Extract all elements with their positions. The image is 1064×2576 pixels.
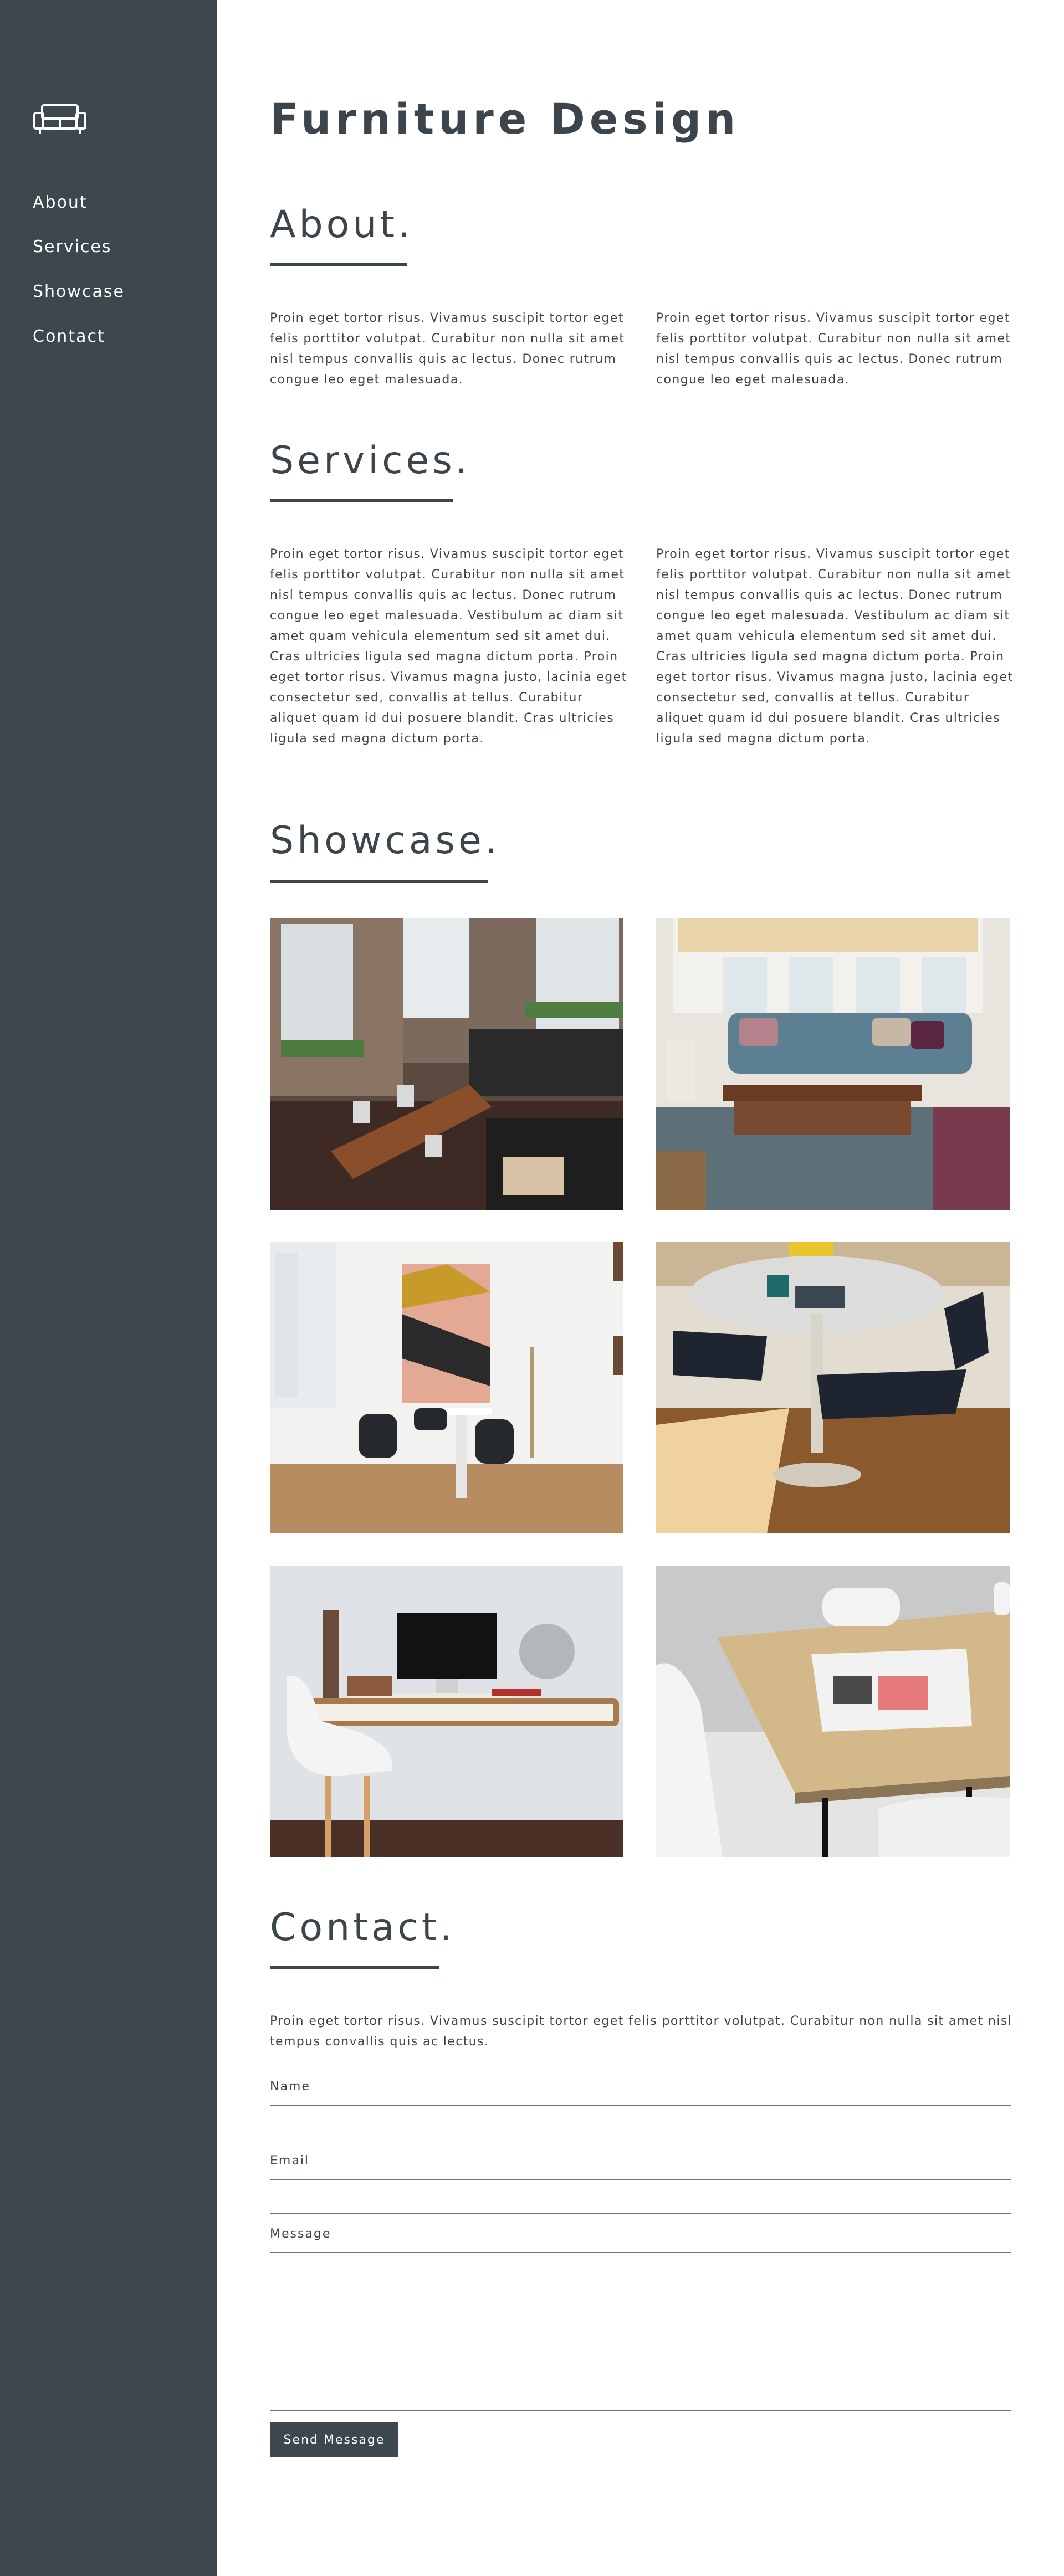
showcase-image-round-table[interactable]	[656, 1242, 1010, 1533]
showcase-image-living-room[interactable]	[656, 918, 1010, 1210]
contact-underline	[270, 1966, 439, 1969]
showcase-image-loft-dining[interactable]	[270, 918, 623, 1210]
nav-item-about[interactable]: About	[33, 193, 88, 213]
name-field[interactable]	[270, 2105, 1011, 2139]
showcase-heading: Showcase.	[270, 819, 500, 863]
showcase-image-wood-table[interactable]	[656, 1566, 1010, 1857]
message-label: Message	[270, 2227, 331, 2241]
about-paragraph-2: Proin eget tortor risus. Vivamus suscipi…	[656, 311, 1011, 387]
contact-intro: Proin eget tortor risus. Vivamus suscipi…	[270, 2014, 1012, 2049]
contact-heading: Contact.	[270, 1906, 456, 1949]
main-content: Furniture Design About. Proin eget torto…	[217, 0, 1064, 2576]
send-message-button[interactable]: Send Message	[270, 2422, 398, 2457]
email-label: Email	[270, 2154, 310, 2168]
page-title: Furniture Design	[270, 94, 740, 143]
about-paragraph-1: Proin eget tortor risus. Vivamus suscipi…	[270, 311, 625, 387]
nav-item-services[interactable]: Services	[33, 237, 112, 257]
showcase-image-wall-desk[interactable]	[270, 1566, 623, 1857]
name-label: Name	[270, 2080, 310, 2093]
showcase-image-white-dining-nook[interactable]	[270, 1242, 623, 1533]
services-underline	[270, 499, 453, 502]
services-paragraph-2: Proin eget tortor risus. Vivamus suscipi…	[656, 547, 1014, 746]
about-heading: About.	[270, 203, 413, 247]
email-field[interactable]	[270, 2179, 1011, 2214]
about-underline	[270, 263, 407, 266]
nav-item-showcase[interactable]: Showcase	[33, 282, 125, 302]
showcase-underline	[270, 880, 488, 883]
sidebar: About Services Showcase Contact	[0, 0, 217, 2576]
message-field[interactable]	[270, 2252, 1011, 2411]
nav-item-contact[interactable]: Contact	[33, 327, 105, 347]
services-paragraph-1: Proin eget tortor risus. Vivamus suscipi…	[270, 547, 627, 746]
sofa-icon[interactable]	[32, 103, 88, 136]
services-heading: Services.	[270, 439, 471, 483]
